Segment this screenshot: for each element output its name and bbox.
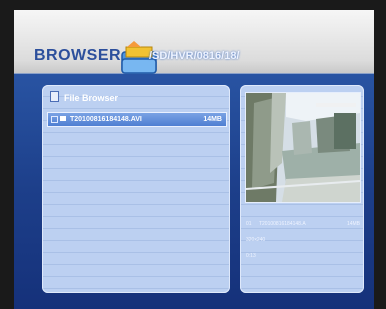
file-size: 14MB [203, 116, 222, 123]
preview-resolution: 320x240 [246, 237, 266, 243]
file-browser-header: File Browser [50, 91, 118, 103]
file-name: T20100816184148.AVI [70, 116, 142, 123]
preview-file-size: 14MB [346, 221, 360, 227]
video-file-icon [60, 116, 66, 121]
document-icon [50, 91, 59, 102]
header-bar: BROWSER /SD/HVR/0816/18/ [14, 10, 374, 74]
page-title: BROWSER [34, 47, 122, 64]
preview-duration: 0:13 [246, 253, 256, 259]
preview-file-name: T20100816184148.A [258, 221, 306, 227]
file-browser-panel: File Browser T20100816184148.AVI 14MB [42, 85, 230, 293]
file-list-item[interactable]: T20100816184148.AVI 14MB [47, 112, 227, 127]
file-browser-title: File Browser [64, 93, 119, 103]
selection-checkbox-icon[interactable] [51, 116, 58, 123]
preview-file-info: 01 T20100816184148.A 14MB [246, 221, 360, 227]
dvr-screen: BROWSER /SD/HVR/0816/18/ File Browser T2… [14, 10, 374, 309]
preview-file-index: 01 [246, 221, 252, 227]
preview-panel: 01 T20100816184148.A 14MB 320x240 0:13 [240, 85, 364, 293]
current-path: /SD/HVR/0816/18/ [149, 50, 240, 62]
video-thumbnail [245, 92, 361, 203]
